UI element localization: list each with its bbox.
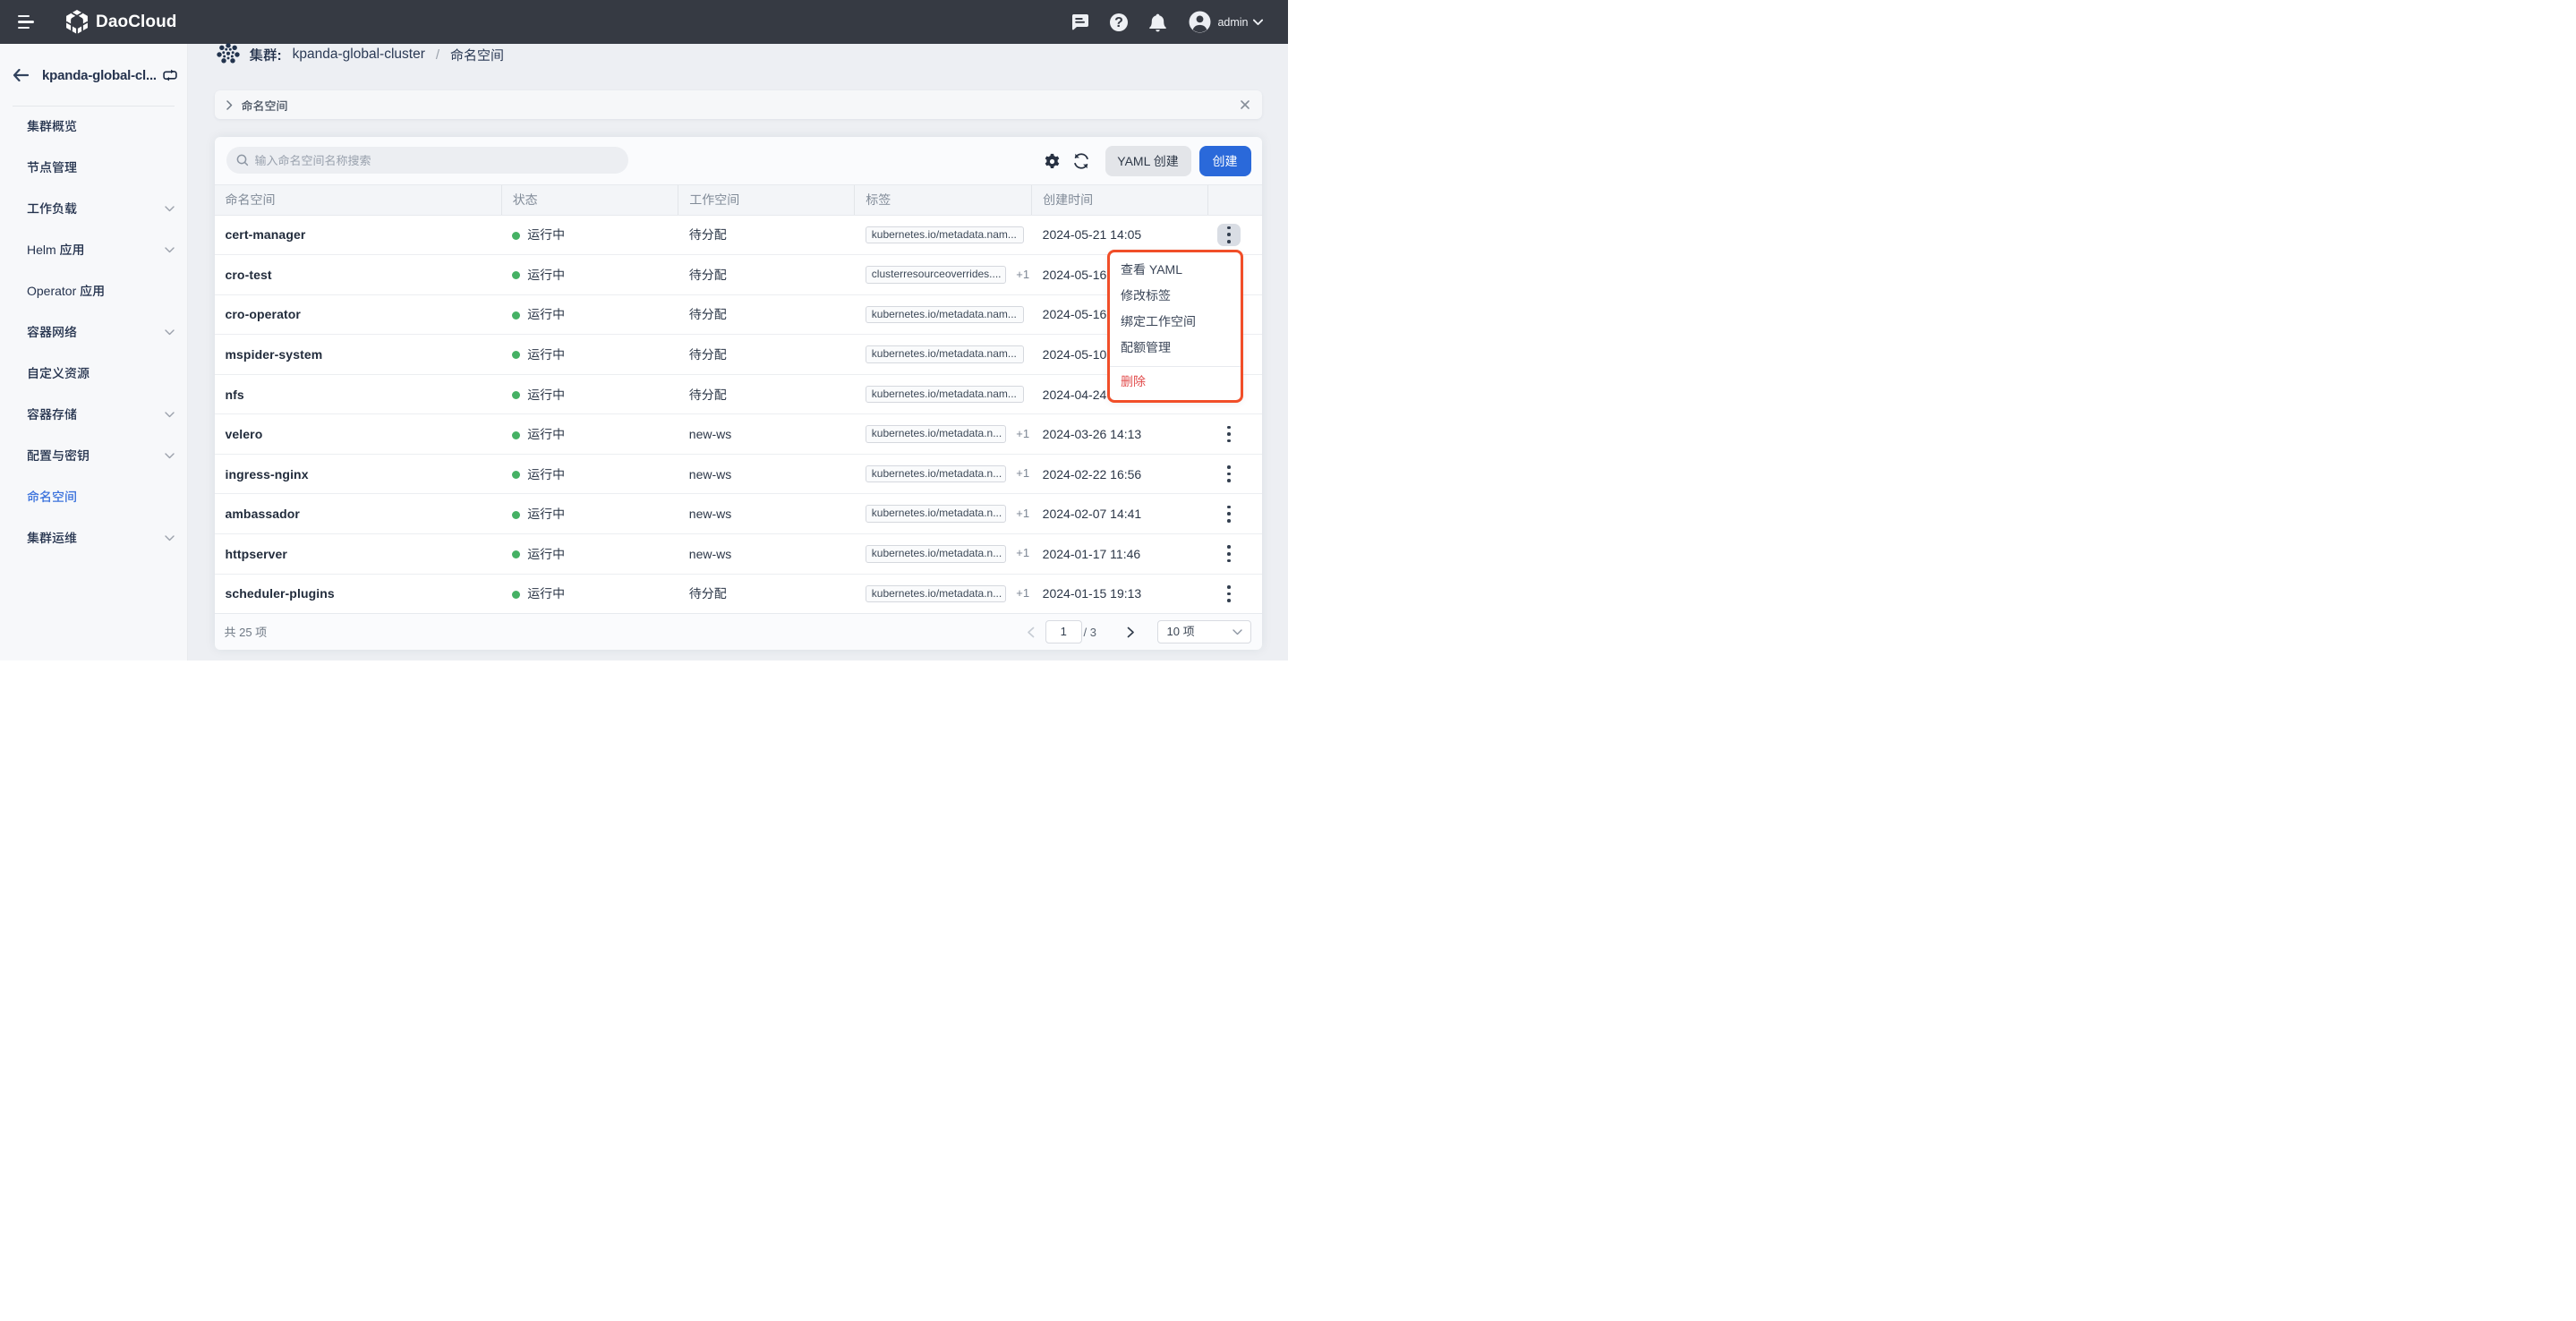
svg-text:?: ? bbox=[1115, 15, 1124, 30]
